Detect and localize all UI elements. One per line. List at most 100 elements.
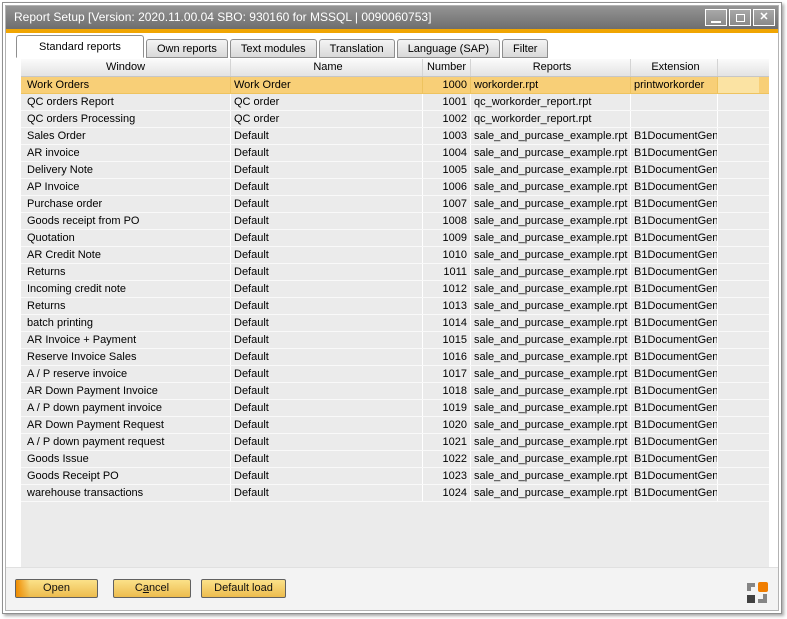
cell-name: QC order — [231, 111, 423, 127]
cell-spacer — [718, 264, 759, 280]
cell-spacer — [718, 128, 759, 144]
cell-window: batch printing — [21, 315, 231, 331]
cell-extension: B1DocumentGenera — [631, 315, 718, 331]
table-row[interactable]: Reserve Invoice Sales Default 1016 sale_… — [21, 349, 769, 366]
table-row[interactable]: AR Down Payment Invoice Default 1018 sal… — [21, 383, 769, 400]
table-row[interactable]: Work Orders Work Order 1000 workorder.rp… — [21, 77, 769, 94]
cell-name: Default — [231, 468, 423, 484]
cell-spacer — [718, 366, 759, 382]
cell-name: Default — [231, 162, 423, 178]
cell-window: Quotation — [21, 230, 231, 246]
tab[interactable]: Language (SAP) — [397, 39, 500, 58]
cell-name: Default — [231, 400, 423, 416]
cell-extension: B1DocumentGenera — [631, 485, 718, 501]
table-row[interactable]: Goods Receipt PO Default 1023 sale_and_p… — [21, 468, 769, 485]
table-row[interactable]: Purchase order Default 1007 sale_and_pur… — [21, 196, 769, 213]
table-row[interactable]: batch printing Default 1014 sale_and_pur… — [21, 315, 769, 332]
cell-number: 1023 — [423, 468, 471, 484]
open-button[interactable]: Open — [15, 579, 98, 598]
table-row[interactable]: A / P reserve invoice Default 1017 sale_… — [21, 366, 769, 383]
cell-reports: qc_workorder_report.rpt — [471, 111, 631, 127]
cell-name: Default — [231, 264, 423, 280]
cell-window: Incoming credit note — [21, 281, 231, 297]
table-row[interactable]: AP Invoice Default 1006 sale_and_purcase… — [21, 179, 769, 196]
cell-number: 1009 — [423, 230, 471, 246]
table-row[interactable]: QC orders Processing QC order 1002 qc_wo… — [21, 111, 769, 128]
cell-reports: sale_and_purcase_example.rpt — [471, 434, 631, 450]
open-button-label: Open — [43, 582, 70, 594]
cancel-label-suffix: ncel — [149, 582, 169, 594]
cell-window: Goods Receipt PO — [21, 468, 231, 484]
table-row[interactable]: Goods Issue Default 1022 sale_and_purcas… — [21, 451, 769, 468]
tab[interactable]: Own reports — [146, 39, 228, 58]
minimize-button[interactable] — [705, 9, 727, 26]
cell-extension: B1DocumentGenera — [631, 247, 718, 263]
tab-label: Language (SAP) — [408, 43, 489, 55]
tab-label: Filter — [513, 43, 537, 55]
cell-spacer — [718, 230, 759, 246]
cell-extension: B1DocumentGenera — [631, 366, 718, 382]
table-row[interactable]: warehouse transactions Default 1024 sale… — [21, 485, 769, 502]
cell-number: 1012 — [423, 281, 471, 297]
table-row[interactable]: AR Credit Note Default 1010 sale_and_pur… — [21, 247, 769, 264]
cell-window: Delivery Note — [21, 162, 231, 178]
expand-corners-icon[interactable] — [745, 581, 769, 605]
table-row[interactable]: A / P down payment request Default 1021 … — [21, 434, 769, 451]
window-title: Report Setup [Version: 2020.11.00.04 SBO… — [14, 10, 431, 24]
table-row[interactable]: AR Down Payment Request Default 1020 sal… — [21, 417, 769, 434]
tab[interactable]: Standard reports — [16, 35, 144, 58]
table-row[interactable]: Delivery Note Default 1005 sale_and_purc… — [21, 162, 769, 179]
table-row[interactable]: Returns Default 1011 sale_and_purcase_ex… — [21, 264, 769, 281]
cell-window: AR Down Payment Request — [21, 417, 231, 433]
titlebar[interactable]: Report Setup [Version: 2020.11.00.04 SBO… — [6, 6, 778, 29]
cell-extension: B1DocumentGenera — [631, 128, 718, 144]
table-header-row: Window Name Number Reports Extension — [21, 59, 769, 77]
table-row[interactable]: A / P down payment invoice Default 1019 … — [21, 400, 769, 417]
column-header-spacer — [718, 59, 759, 76]
cell-reports: sale_and_purcase_example.rpt — [471, 485, 631, 501]
table-row[interactable]: QC orders Report QC order 1001 qc_workor… — [21, 94, 769, 111]
table-row[interactable]: Quotation Default 1009 sale_and_purcase_… — [21, 230, 769, 247]
cell-name: Default — [231, 332, 423, 348]
reports-table: Window Name Number Reports Extension Wor… — [21, 59, 769, 567]
cell-window: QC orders Processing — [21, 111, 231, 127]
cell-spacer — [718, 145, 759, 161]
table-row[interactable]: Returns Default 1013 sale_and_purcase_ex… — [21, 298, 769, 315]
cell-spacer — [718, 111, 759, 127]
cell-reports: sale_and_purcase_example.rpt — [471, 196, 631, 212]
window-controls: ✕ — [705, 9, 775, 26]
default-load-label: Default load — [214, 582, 273, 594]
cell-extension: B1DocumentGenera — [631, 434, 718, 450]
cell-extension: B1DocumentGenera — [631, 383, 718, 399]
cell-window: Goods Issue — [21, 451, 231, 467]
cell-number: 1002 — [423, 111, 471, 127]
cell-spacer — [718, 349, 759, 365]
cell-name: Default — [231, 230, 423, 246]
cell-extension: B1DocumentGenera — [631, 213, 718, 229]
tab-label: Standard reports — [39, 41, 121, 53]
cell-reports: sale_and_purcase_example.rpt — [471, 128, 631, 144]
cell-window: AP Invoice — [21, 179, 231, 195]
tab[interactable]: Filter — [502, 39, 548, 58]
cell-spacer — [718, 383, 759, 399]
table-row[interactable]: Sales Order Default 1003 sale_and_purcas… — [21, 128, 769, 145]
table-row[interactable]: AR invoice Default 1004 sale_and_purcase… — [21, 145, 769, 162]
cell-number: 1019 — [423, 400, 471, 416]
default-load-button[interactable]: Default load — [201, 579, 286, 598]
cell-spacer — [718, 468, 759, 484]
cell-number: 1024 — [423, 485, 471, 501]
maximize-button[interactable] — [729, 9, 751, 26]
tab[interactable]: Translation — [319, 39, 395, 58]
cell-number: 1008 — [423, 213, 471, 229]
cancel-button[interactable]: Cancel — [113, 579, 191, 598]
tab-label: Text modules — [241, 43, 306, 55]
cell-extension: B1DocumentGenera — [631, 264, 718, 280]
table-row[interactable]: Goods receipt from PO Default 1008 sale_… — [21, 213, 769, 230]
table-row[interactable]: Incoming credit note Default 1012 sale_a… — [21, 281, 769, 298]
cell-number: 1016 — [423, 349, 471, 365]
table-row[interactable]: AR Invoice + Payment Default 1015 sale_a… — [21, 332, 769, 349]
table-body: Work Orders Work Order 1000 workorder.rp… — [21, 77, 769, 502]
tab[interactable]: Text modules — [230, 39, 317, 58]
close-button[interactable]: ✕ — [753, 9, 775, 26]
cell-extension: B1DocumentGenera — [631, 281, 718, 297]
